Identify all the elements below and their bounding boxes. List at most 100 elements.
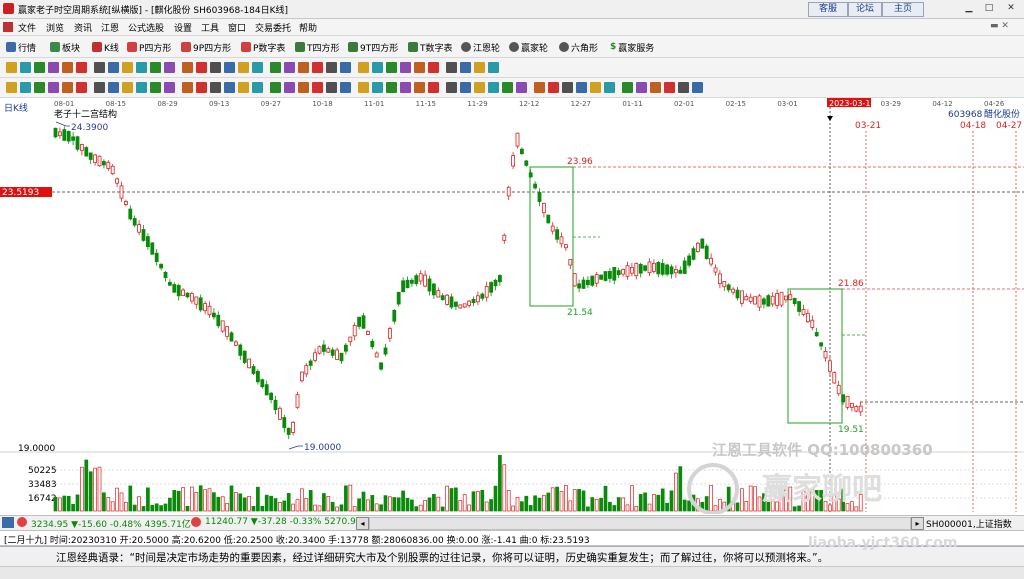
tool-icon[interactable] — [400, 62, 411, 73]
close-icon[interactable]: ✕ — [1002, 2, 1020, 15]
scroll-right-icon[interactable]: ▸ — [911, 517, 924, 530]
tool-icon[interactable] — [34, 82, 45, 93]
tool-icon[interactable] — [76, 82, 87, 93]
menu-gann[interactable]: 江恩 — [101, 21, 119, 34]
tool-icon[interactable] — [460, 62, 471, 73]
tool-icon[interactable] — [650, 82, 661, 93]
tool-icon[interactable] — [312, 82, 323, 93]
tool-icon[interactable] — [414, 82, 425, 93]
menu-browse[interactable]: 浏览 — [46, 21, 64, 34]
scroll-left-icon[interactable]: ◂ — [356, 517, 369, 530]
tool-icon[interactable] — [164, 82, 175, 93]
tool-icon[interactable] — [94, 82, 105, 93]
tool-icon[interactable] — [664, 82, 675, 93]
tool-icon[interactable] — [312, 62, 323, 73]
maximize-icon[interactable]: □ — [980, 2, 998, 15]
tool-icon[interactable] — [150, 62, 161, 73]
tool-icon[interactable] — [358, 62, 369, 73]
tool-icon[interactable] — [284, 82, 295, 93]
tool-icon[interactable] — [62, 62, 73, 73]
tool-icon[interactable] — [604, 82, 615, 93]
tool-icon[interactable] — [372, 62, 383, 73]
tool-icon[interactable] — [34, 62, 45, 73]
horizontal-scrollbar[interactable] — [369, 517, 911, 530]
tool-icon[interactable] — [150, 82, 161, 93]
tool-icon[interactable] — [48, 62, 59, 73]
tool-icon[interactable] — [196, 82, 207, 93]
tb-t-square-button[interactable]: T四方形 — [295, 40, 340, 54]
tool-icon[interactable] — [252, 82, 263, 93]
tool-icon[interactable] — [446, 82, 457, 93]
tool-icon[interactable] — [252, 62, 263, 73]
tool-icon[interactable] — [122, 82, 133, 93]
tool-icon[interactable] — [340, 82, 351, 93]
tb-winner-wheel-button[interactable]: 赢家轮 — [509, 40, 548, 54]
tb-gann-wheel-button[interactable]: 江恩轮 — [461, 40, 500, 54]
tool-icon[interactable] — [502, 82, 513, 93]
service-button[interactable]: 客服 — [808, 2, 848, 17]
tool-icon[interactable] — [692, 82, 703, 93]
forum-button[interactable]: 论坛 — [848, 2, 882, 17]
tool-icon[interactable] — [6, 82, 17, 93]
tool-icon[interactable] — [108, 82, 119, 93]
menu-settings[interactable]: 设置 — [174, 21, 192, 34]
menu-trade[interactable]: 交易委托 — [255, 21, 291, 34]
kline-chart[interactable]: 08-01 08-15 08-29 09-13 09-27 10-18 11-01 11-15… — [0, 97, 1024, 514]
tool-icon[interactable] — [210, 82, 221, 93]
tool-icon[interactable] — [622, 82, 633, 93]
tool-icon[interactable] — [590, 82, 601, 93]
tool-icon[interactable] — [548, 82, 559, 93]
tool-icon[interactable] — [386, 62, 397, 73]
tool-icon[interactable] — [298, 82, 309, 93]
tool-icon[interactable] — [326, 62, 337, 73]
tool-icon[interactable] — [122, 62, 133, 73]
menu-tools[interactable]: 工具 — [201, 21, 219, 34]
tb-quotes-button[interactable]: 行情 — [6, 40, 36, 54]
tool-icon[interactable] — [488, 82, 499, 93]
tb-service-button[interactable]: $ 赢家服务 — [610, 40, 654, 54]
tool-icon[interactable] — [94, 62, 105, 73]
tool-icon[interactable] — [298, 62, 309, 73]
menu-formula[interactable]: 公式选股 — [128, 21, 164, 34]
tool-icon[interactable] — [326, 82, 337, 93]
tool-icon[interactable] — [48, 82, 59, 93]
tool-icon[interactable] — [224, 62, 235, 73]
menu-help[interactable]: 帮助 — [299, 21, 317, 34]
tool-icon[interactable] — [196, 62, 207, 73]
tool-icon[interactable] — [386, 82, 397, 93]
tool-icon[interactable] — [428, 82, 439, 93]
tool-icon[interactable] — [428, 62, 439, 73]
tb-sector-button[interactable]: 板块 — [50, 40, 80, 54]
menu-file[interactable]: 文件 — [18, 21, 36, 34]
tool-icon[interactable] — [576, 82, 587, 93]
tb-9p-square-button[interactable]: 9P四方形 — [181, 40, 231, 54]
menu-window[interactable]: 窗口 — [228, 21, 246, 34]
tool-icon[interactable] — [460, 82, 471, 93]
tool-icon[interactable] — [270, 62, 281, 73]
tool-icon[interactable] — [400, 82, 411, 93]
tool-icon[interactable] — [238, 62, 249, 73]
tb-kline-button[interactable]: K线 — [92, 40, 119, 54]
tool-icon[interactable] — [238, 82, 249, 93]
menu-news[interactable]: 资讯 — [74, 21, 92, 34]
tb-hexagon-button[interactable]: 六角形 — [559, 40, 598, 54]
tool-icon[interactable] — [474, 62, 485, 73]
menu-restore-icon[interactable]: ▬ ✕ — [990, 21, 1009, 31]
minimize-icon[interactable]: ▁ — [960, 2, 978, 15]
tool-icon[interactable] — [20, 62, 31, 73]
tool-icon[interactable] — [6, 62, 17, 73]
tool-icon[interactable] — [446, 62, 457, 73]
tool-icon[interactable] — [224, 82, 235, 93]
tool-icon[interactable] — [414, 62, 425, 73]
home-button[interactable]: 主页 — [882, 2, 924, 17]
tool-icon[interactable] — [182, 82, 193, 93]
tool-icon[interactable] — [474, 82, 485, 93]
tool-icon[interactable] — [636, 82, 647, 93]
tool-icon[interactable] — [372, 82, 383, 93]
gann-box-2[interactable] — [787, 288, 843, 424]
tool-icon[interactable] — [210, 62, 221, 73]
tool-icon[interactable] — [62, 82, 73, 93]
tb-t-table-button[interactable]: T数字表 — [408, 40, 453, 54]
tool-icon[interactable] — [108, 62, 119, 73]
tool-icon[interactable] — [340, 62, 351, 73]
